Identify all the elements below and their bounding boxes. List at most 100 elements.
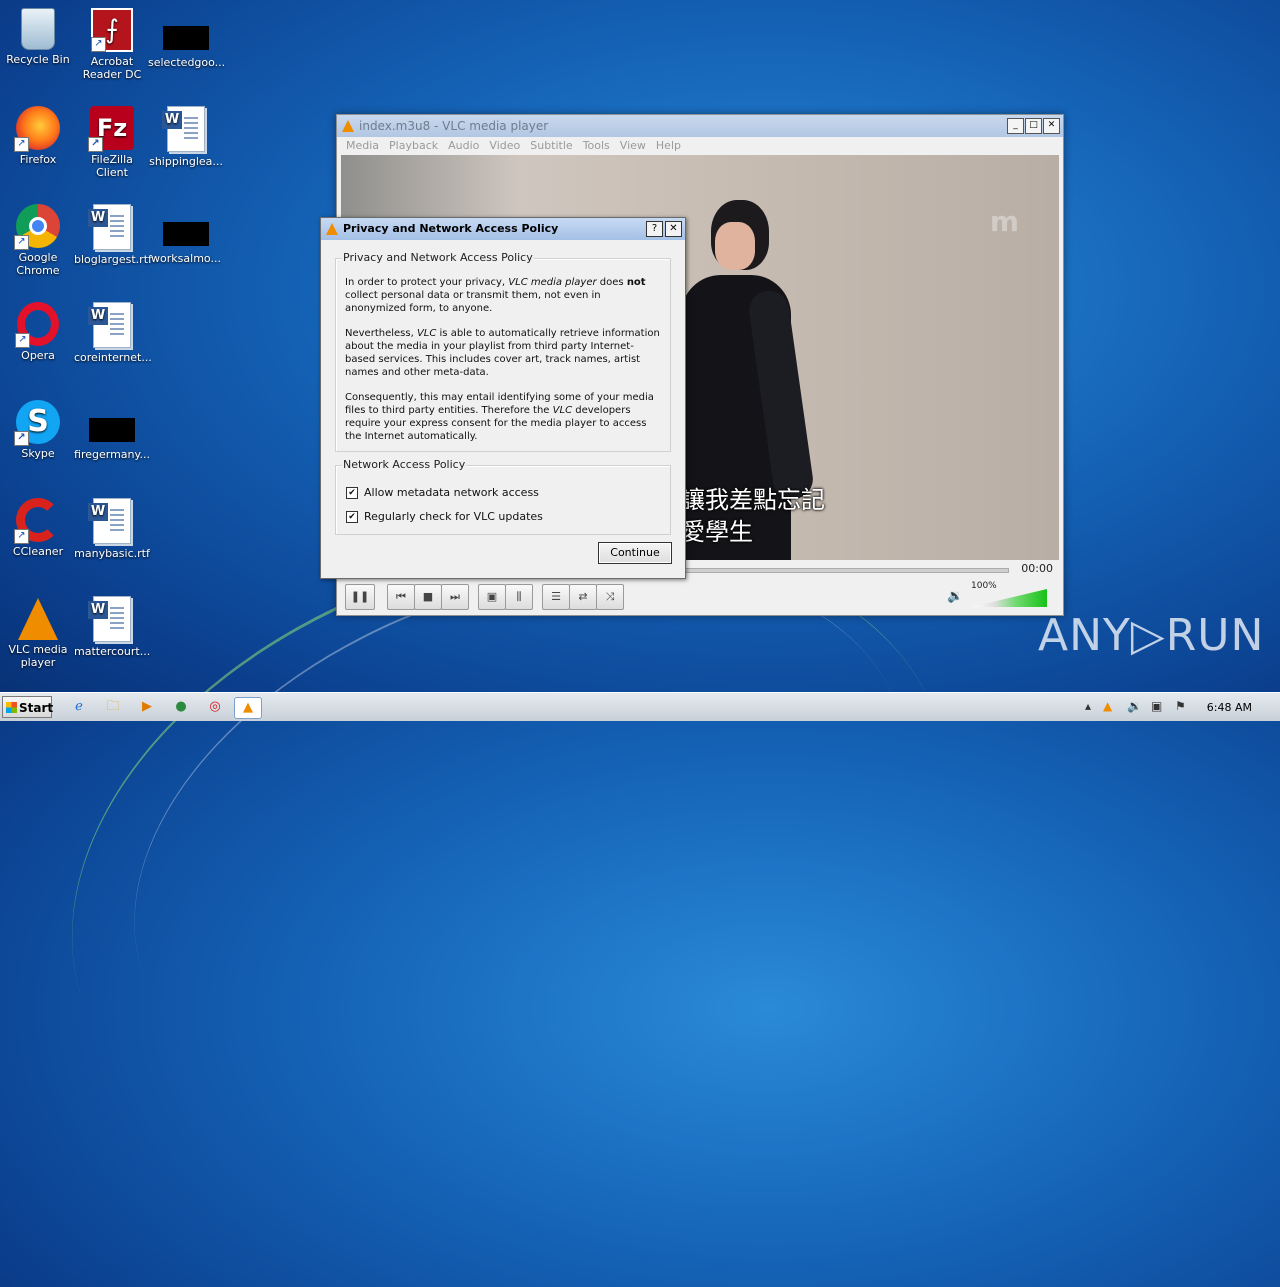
privacy-paragraph-2: Nevertheless, VLC is able to automatical… [345, 328, 660, 378]
action-center-flag-icon[interactable]: ⚑ [1175, 699, 1186, 713]
show-hidden-icons[interactable]: ▴ [1085, 699, 1091, 713]
desktop-icon-worksalmo[interactable]: worksalmo... [148, 204, 224, 265]
desktop-icon-recycle-bin[interactable]: Recycle Bin [0, 8, 76, 66]
desktop-icon-coreinternet[interactable]: W coreinternet... [74, 302, 152, 364]
menu-help[interactable]: Help [651, 137, 686, 155]
desktop-icon-label: mattercourt... [74, 645, 151, 658]
loop-button[interactable]: ⇄ [569, 584, 597, 610]
desktop-icon-vlc[interactable]: VLC media player [0, 596, 76, 669]
checkbox-checked-icon[interactable]: ✔ [346, 510, 358, 523]
checkbox-label: Allow metadata network access [364, 486, 539, 499]
volume-tray-icon[interactable]: 🔉 [1127, 699, 1142, 713]
recycle-bin-icon [21, 8, 55, 50]
file-icon [89, 418, 135, 442]
group-legend: Network Access Policy [342, 458, 467, 471]
clock[interactable]: 6:48 AM [1207, 701, 1252, 714]
network-tray-icon[interactable]: ▣ [1151, 699, 1162, 713]
anyrun-watermark: ANY▷RUN [1038, 610, 1265, 661]
desktop-icon-skype[interactable]: S ↗ Skype [0, 400, 76, 460]
desktop-icon-label: Recycle Bin [6, 53, 70, 66]
privacy-dialog[interactable]: Privacy and Network Access Policy ? ✕ Pr… [320, 217, 686, 579]
menu-playback[interactable]: Playback [384, 137, 443, 155]
playlist-button[interactable]: ☰ [542, 584, 570, 610]
update-check-checkbox[interactable]: ✔ Regularly check for VLC updates [346, 510, 543, 523]
video-watermark: m [989, 205, 1019, 238]
desktop-icon-shippinglea[interactable]: W shippinglea... [148, 106, 224, 168]
desktop-icon-label: Google Chrome [16, 251, 60, 277]
menu-video[interactable]: Video [484, 137, 525, 155]
word-document-icon: W [88, 498, 131, 544]
close-button[interactable]: ✕ [1043, 118, 1060, 134]
skype-icon: S ↗ [14, 400, 60, 446]
vlc-icon [18, 598, 58, 640]
desktop-icon-mattercourt[interactable]: W mattercourt... [74, 596, 150, 658]
video-subtitle-line-1: 讓我差點忘記 [681, 486, 825, 514]
video-subtitle-line-2: 愛學生 [681, 518, 753, 546]
menu-tools[interactable]: Tools [578, 137, 615, 155]
next-button[interactable]: ⏭ [441, 584, 469, 610]
vlc-title-bar[interactable]: index.m3u8 - VLC media player _ □ ✕ [337, 115, 1063, 137]
vlc-taskbar-icon[interactable]: ▲ [234, 697, 262, 719]
desktop-icon-label: Skype [21, 447, 55, 460]
playback-controls: ❚❚ ⏮ ■ ⏭ ▣ ⫼ ☰ ⇄ ⤨ 🔉 100% [341, 581, 1059, 611]
desktop-icon-label: worksalmo... [151, 252, 221, 265]
vlc-menu-bar: Media Playback Audio Video Subtitle Tool… [337, 137, 1063, 155]
desktop-icon-label: Acrobat Reader DC [82, 55, 142, 81]
desktop-icon-manybasic[interactable]: W manybasic.rtf [74, 498, 150, 560]
desktop-icon-label: Firefox [19, 153, 57, 166]
dialog-title-bar[interactable]: Privacy and Network Access Policy ? ✕ [321, 218, 685, 240]
word-document-icon: W [88, 302, 131, 348]
desktop-icon-label: selectedgoo... [148, 56, 226, 69]
chrome-taskbar-icon[interactable]: ● [170, 697, 192, 717]
media-player-taskbar-icon[interactable]: ▶ [136, 697, 158, 717]
filezilla-icon: Fz ↗ [88, 106, 134, 152]
vlc-cone-icon [326, 223, 338, 235]
explorer-taskbar-icon[interactable]: 🗀 [102, 697, 124, 717]
desktop-icon-ccleaner[interactable]: ↗ CCleaner [0, 498, 76, 558]
volume-slider[interactable] [971, 589, 1047, 607]
vlc-window-title: index.m3u8 - VLC media player [359, 119, 549, 133]
desktop-icon-acrobat[interactable]: ⨍ ↗ Acrobat Reader DC [74, 8, 150, 81]
desktop-icon-firegermany[interactable]: firegermany... [74, 400, 150, 461]
checkbox-checked-icon[interactable]: ✔ [346, 486, 358, 499]
menu-audio[interactable]: Audio [443, 137, 484, 155]
desktop-icon-label: FileZilla Client [91, 153, 133, 179]
desktop-icon-opera[interactable]: ↗ Opera [0, 302, 76, 362]
menu-view[interactable]: View [615, 137, 651, 155]
menu-media[interactable]: Media [341, 137, 384, 155]
metadata-access-checkbox[interactable]: ✔ Allow metadata network access [346, 486, 539, 499]
extended-settings-button[interactable]: ⫼ [505, 584, 533, 610]
ie-taskbar-icon[interactable]: ℯ [68, 697, 90, 717]
network-access-group: Network Access Policy ✔ Allow metadata n… [335, 458, 671, 535]
desktop-icon-firefox[interactable]: ↗ Firefox [0, 106, 76, 166]
volume-percent: 100% [971, 581, 997, 591]
word-document-icon: W [88, 204, 131, 250]
stop-button[interactable]: ■ [414, 584, 442, 610]
ccleaner-icon: ↗ [14, 498, 60, 544]
desktop-icon-selectedgoo[interactable]: selectedgoo... [148, 8, 226, 69]
help-button[interactable]: ? [646, 221, 663, 237]
desktop-icon-filezilla[interactable]: Fz ↗ FileZilla Client [74, 106, 150, 179]
vlc-tray-icon[interactable]: ▲ [1103, 699, 1112, 713]
word-document-icon: W [88, 596, 131, 642]
shuffle-button[interactable]: ⤨ [596, 584, 624, 610]
file-icon [163, 222, 209, 246]
continue-button[interactable]: Continue [598, 542, 672, 564]
word-document-icon: W [162, 106, 205, 152]
desktop-icon-chrome[interactable]: ↗ Google Chrome [0, 204, 76, 277]
file-icon [163, 26, 209, 50]
start-button[interactable]: Start [2, 696, 53, 718]
previous-button[interactable]: ⏮ [387, 584, 415, 610]
desktop-icon-bloglargest[interactable]: W bloglargest.rtf [74, 204, 152, 266]
speaker-icon[interactable]: 🔉 [947, 589, 963, 604]
opera-taskbar-icon[interactable]: ◎ [204, 697, 226, 717]
fullscreen-button[interactable]: ▣ [478, 584, 506, 610]
pause-button[interactable]: ❚❚ [345, 584, 375, 610]
dialog-close-button[interactable]: ✕ [665, 221, 682, 237]
minimize-button[interactable]: _ [1007, 118, 1024, 134]
vlc-cone-icon [342, 120, 354, 132]
volume-control[interactable]: 🔉 100% [947, 581, 1047, 609]
maximize-button[interactable]: □ [1025, 118, 1042, 134]
menu-subtitle[interactable]: Subtitle [525, 137, 577, 155]
acrobat-icon: ⨍ ↗ [91, 8, 133, 52]
